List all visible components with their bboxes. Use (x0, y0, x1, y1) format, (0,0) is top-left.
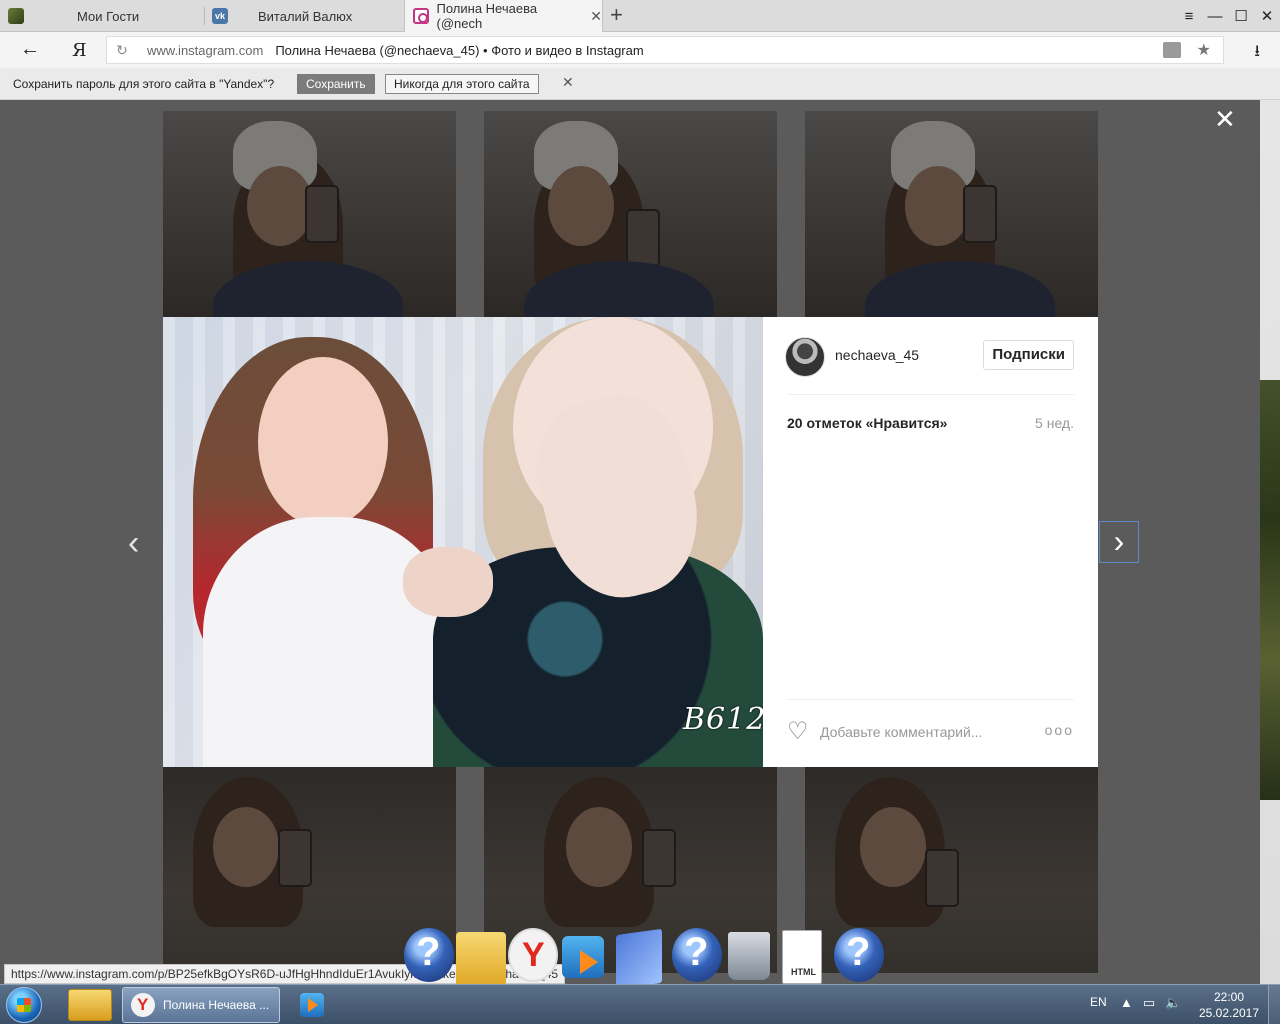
recycle-bin-icon[interactable] (728, 932, 770, 980)
grid-thumbnail[interactable] (163, 111, 456, 317)
apps-icon (8, 8, 24, 24)
more-options-icon[interactable]: ooo (1045, 722, 1074, 738)
photo-watermark: B612 (683, 702, 763, 737)
next-arrow-icon[interactable]: › (1099, 521, 1139, 563)
maximize-icon[interactable]: ☐ (1228, 7, 1254, 25)
close-modal-icon[interactable]: ✕ (1214, 104, 1236, 135)
divider (787, 394, 1074, 395)
clock-time: 22:00 (1213, 990, 1245, 1004)
scrollbar[interactable] (1260, 100, 1280, 984)
bookmark-star-icon[interactable]: ★ (1197, 40, 1211, 60)
tab-instagram[interactable]: Полина Нечаева (@nech ✕ (404, 0, 603, 32)
avatar[interactable] (785, 337, 825, 377)
address-bar[interactable]: ↻ www.instagram.com Полина Нечаева (@nec… (106, 36, 1224, 64)
volume-icon[interactable]: 🔈 (1165, 995, 1181, 1011)
menu-icon[interactable]: ≡ (1176, 8, 1202, 25)
help-icon[interactable] (404, 928, 454, 982)
tray-arrow-icon[interactable]: ▲ (1120, 995, 1133, 1011)
save-password-bar: Сохранить пароль для этого сайта в "Yand… (0, 68, 1280, 100)
vk-icon: vk (212, 8, 228, 24)
media-player-taskbar-icon[interactable] (290, 991, 334, 1019)
system-tray: ▲ ▭ 🔈 (1120, 995, 1181, 1011)
taskbar-task-label: Полина Нечаева ... (163, 998, 270, 1012)
tab-strip: Мои Гости vk Виталий Валюх Полина Нечаев… (0, 0, 1280, 32)
media-player-icon[interactable] (562, 936, 604, 978)
divider (787, 699, 1074, 700)
address-page-title: Полина Нечаева (@nechaeva_45) • Фото и в… (275, 42, 644, 58)
explorer-taskbar-icon[interactable] (68, 989, 112, 1021)
instagram-icon (413, 8, 429, 24)
help-icon[interactable] (834, 928, 884, 982)
folder-icon[interactable] (456, 932, 506, 986)
heart-icon[interactable]: ♡ (787, 720, 809, 744)
back-arrow-icon[interactable]: ← (20, 38, 40, 61)
dictionary-icon[interactable] (616, 928, 662, 990)
tab-label: Полина Нечаева (@nech (436, 1, 538, 31)
navigation-bar: ← Я ↻ www.instagram.com Полина Нечаева (… (0, 32, 1280, 68)
minimize-icon[interactable]: — (1202, 8, 1228, 25)
taskbar-browser-task[interactable]: Полина Нечаева ... (122, 987, 280, 1023)
previous-arrow-icon[interactable]: ‹ (128, 524, 139, 563)
lock-icon[interactable] (1163, 42, 1181, 58)
show-desktop-button[interactable] (1268, 985, 1280, 1024)
tab-vk[interactable]: vk Виталий Валюх (212, 0, 402, 32)
close-password-bar-icon[interactable]: ✕ (562, 74, 574, 91)
start-button[interactable] (6, 987, 42, 1023)
likes-count[interactable]: 20 отметок «Нравится» (787, 415, 947, 431)
clock-date: 25.02.2017 (1198, 1006, 1260, 1020)
window-controls: ≡ — ☐ ✕ (1176, 0, 1280, 32)
grid-thumbnail[interactable] (805, 111, 1098, 317)
yandex-browser-icon (131, 993, 155, 1017)
tab-separator (204, 7, 205, 25)
tab-label: Мои Гости (77, 8, 140, 24)
comment-input[interactable]: Добавьте комментарий... (820, 724, 982, 740)
network-icon[interactable]: ▭ (1143, 995, 1155, 1011)
grid-thumbnail[interactable] (484, 111, 777, 317)
address-domain: www.instagram.com (147, 42, 264, 58)
taskbar: Полина Нечаева ... EN ▲ ▭ 🔈 22:00 25.02.… (0, 984, 1280, 1024)
desktop-dock (400, 928, 890, 990)
post-username[interactable]: nechaeva_45 (835, 347, 919, 363)
yandex-logo-icon[interactable]: Я (72, 40, 87, 61)
reload-icon[interactable]: ↻ (107, 42, 137, 59)
post-photo[interactable]: B612 (163, 317, 763, 767)
save-password-message: Сохранить пароль для этого сайта в "Yand… (13, 77, 275, 91)
following-button[interactable]: Подписки (983, 340, 1074, 370)
save-password-button[interactable]: Сохранить (297, 74, 375, 94)
never-save-button[interactable]: Никогда для этого сайта (385, 74, 539, 94)
html-file-icon[interactable] (782, 930, 822, 984)
language-indicator[interactable]: EN (1090, 995, 1107, 1009)
clock[interactable]: 22:00 25.02.2017 (1198, 989, 1260, 1021)
close-tab-icon[interactable]: ✕ (590, 8, 602, 25)
close-window-icon[interactable]: ✕ (1254, 7, 1280, 25)
page-viewport: B612 nechaeva_45 Подписки 20 отметок «Нр… (0, 100, 1260, 984)
new-tab-button[interactable]: + (610, 4, 623, 26)
post-time: 5 нед. (1035, 415, 1074, 431)
tab-label: Виталий Валюх (258, 8, 353, 24)
tab-my-guests[interactable]: Мои Гости (8, 0, 198, 32)
download-icon[interactable]: ⭳ (1254, 40, 1260, 67)
help-icon[interactable] (672, 928, 722, 982)
post-modal: B612 nechaeva_45 Подписки 20 отметок «Нр… (163, 317, 1098, 767)
post-sidebar: nechaeva_45 Подписки 20 отметок «Нравитс… (763, 317, 1098, 767)
yandex-browser-icon[interactable] (508, 928, 558, 982)
desktop-background (1260, 380, 1280, 800)
